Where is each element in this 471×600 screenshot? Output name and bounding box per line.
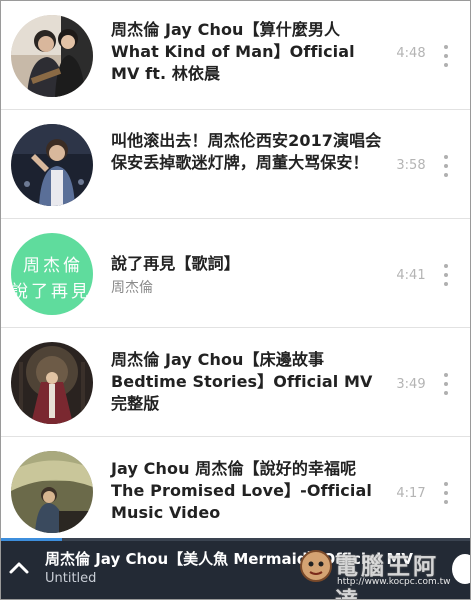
song-title[interactable]: 叫他滚出去！周杰伦西安2017演唱会保安丢掉歌迷灯牌，周董大骂保安！ <box>111 130 383 174</box>
artist-name: 周杰倫 <box>111 280 153 296</box>
duration: 4:17 <box>396 486 426 501</box>
thumbnail-concert <box>11 124 93 206</box>
thumbnail-text-line2: 說了再見 <box>11 282 91 302</box>
duration: 3:49 <box>396 377 426 392</box>
now-playing-subtitle: Untitled <box>45 571 97 586</box>
playback-progress-fill <box>1 538 62 541</box>
playlist-item[interactable]: 叫他滚出去！周杰伦西安2017演唱会保安丢掉歌迷灯牌，周董大骂保安！ 3:58 <box>1 110 470 219</box>
more-vertical-icon[interactable] <box>438 155 454 177</box>
more-vertical-icon[interactable] <box>438 45 454 67</box>
playlist-screen: 周杰倫 Jay Chou【算什麼男人 What Kind of Man】Offi… <box>0 0 471 600</box>
now-playing-bar[interactable]: 周杰倫 Jay Chou【美人魚 Mermaid】Official MV Unt… <box>1 538 470 599</box>
song-title[interactable]: 周杰倫 Jay Chou【算什麼男人 What Kind of Man】Offi… <box>111 19 383 85</box>
thumbnail-stage <box>11 342 93 424</box>
now-playing-title[interactable]: 周杰倫 Jay Chou【美人魚 Mermaid】Official MV <box>45 548 425 569</box>
playlist-item[interactable]: 周杰倫 Jay Chou【床邊故事 Bedtime Stories】Offici… <box>1 328 470 437</box>
thumbnail-text-line1: 周杰倫 <box>23 256 83 276</box>
playlist-item[interactable]: 周杰倫 說了再見 說了再見【歌詞】 周杰倫 4:41 <box>1 219 470 328</box>
playlist-item[interactable]: Jay Chou 周杰倫【說好的幸福呢 The Promised Love】-O… <box>1 437 470 546</box>
thumbnail-couple <box>11 15 93 97</box>
thumbnail-lyrics: 周杰倫 說了再見 <box>11 233 93 315</box>
song-title[interactable]: 說了再見【歌詞】 <box>111 253 383 275</box>
duration: 4:48 <box>396 46 426 61</box>
more-vertical-icon[interactable] <box>438 482 454 504</box>
more-vertical-icon[interactable] <box>438 264 454 286</box>
thumbnail-piano <box>11 451 93 533</box>
duration: 3:58 <box>396 158 426 173</box>
song-title[interactable]: Jay Chou 周杰倫【說好的幸福呢 The Promised Love】-O… <box>111 458 383 524</box>
duration: 4:41 <box>396 268 426 283</box>
corner-badge <box>452 554 470 584</box>
playback-progress[interactable] <box>1 538 470 541</box>
playlist-item[interactable]: 周杰倫 Jay Chou【算什麼男人 What Kind of Man】Offi… <box>1 1 470 110</box>
chevron-up-icon[interactable] <box>7 556 31 580</box>
more-vertical-icon[interactable] <box>438 373 454 395</box>
song-title[interactable]: 周杰倫 Jay Chou【床邊故事 Bedtime Stories】Offici… <box>111 349 383 415</box>
